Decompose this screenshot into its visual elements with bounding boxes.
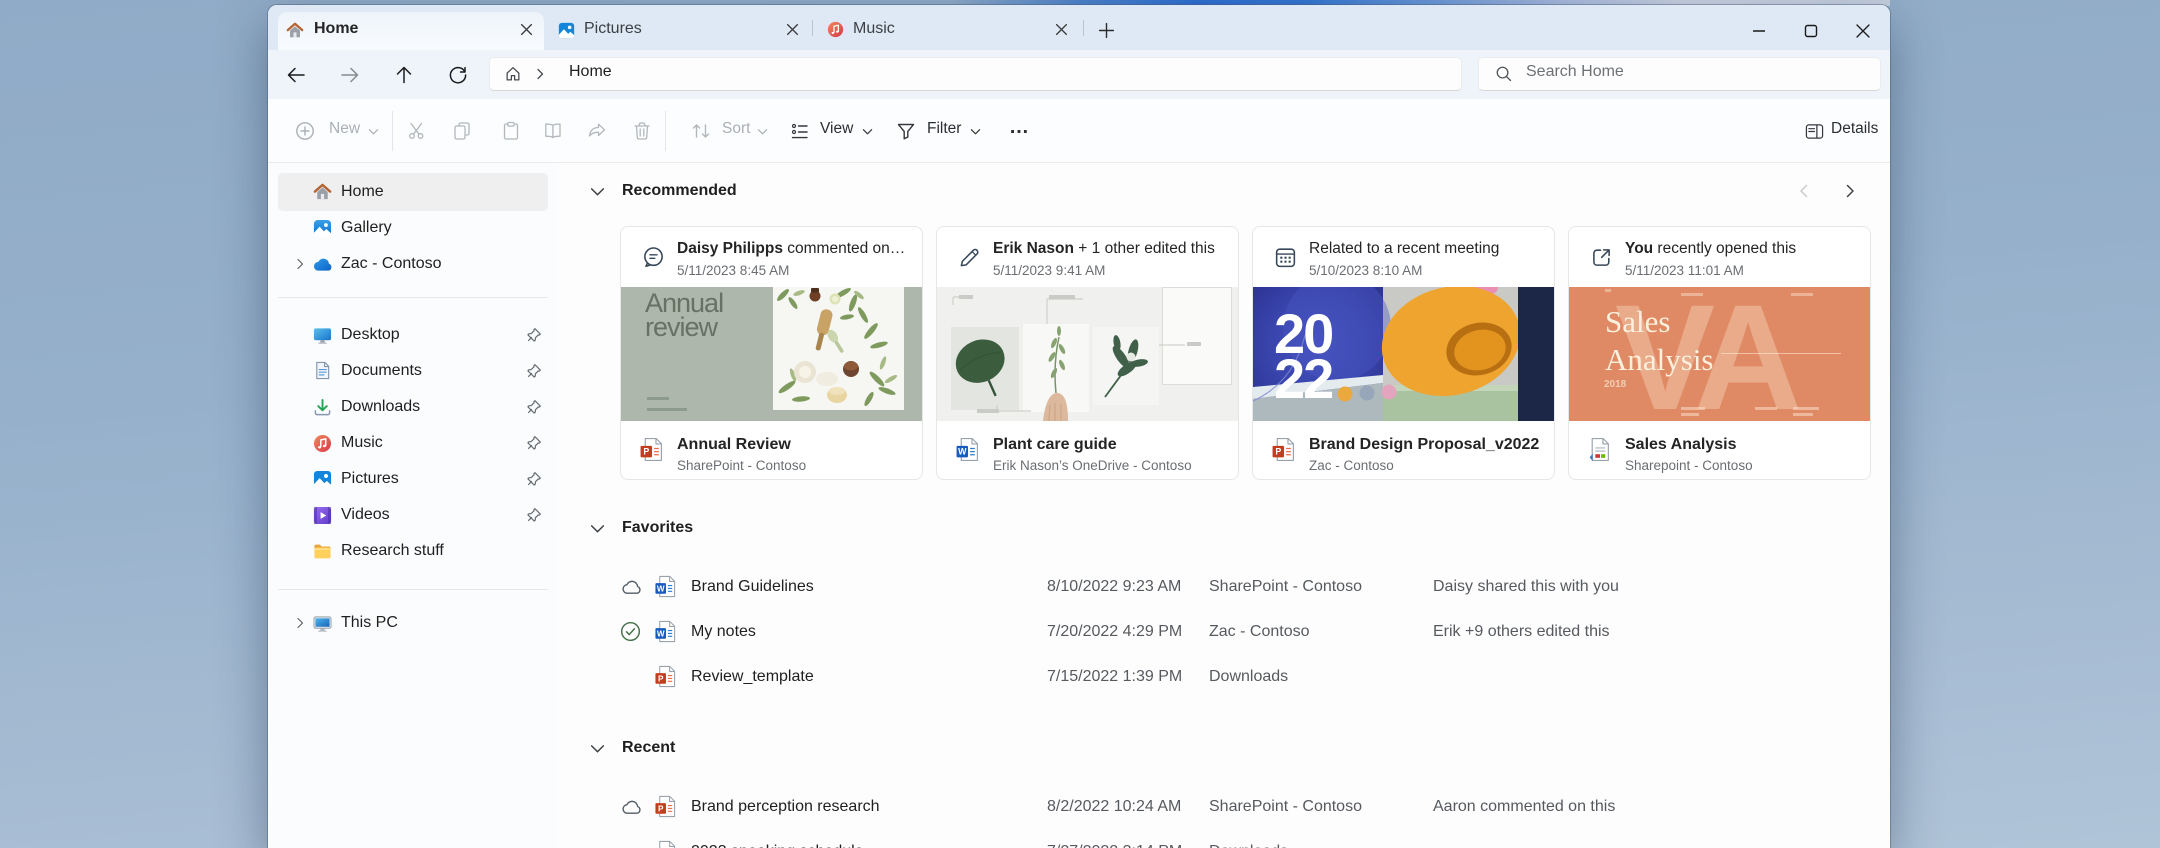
- svg-text:P: P: [643, 447, 649, 457]
- svg-text:W: W: [958, 447, 967, 457]
- svg-text:P: P: [1275, 447, 1281, 457]
- svg-text:P: P: [658, 804, 664, 813]
- svg-text:P: P: [658, 674, 664, 683]
- svg-text:W: W: [657, 584, 665, 593]
- svg-text:W: W: [657, 629, 665, 638]
